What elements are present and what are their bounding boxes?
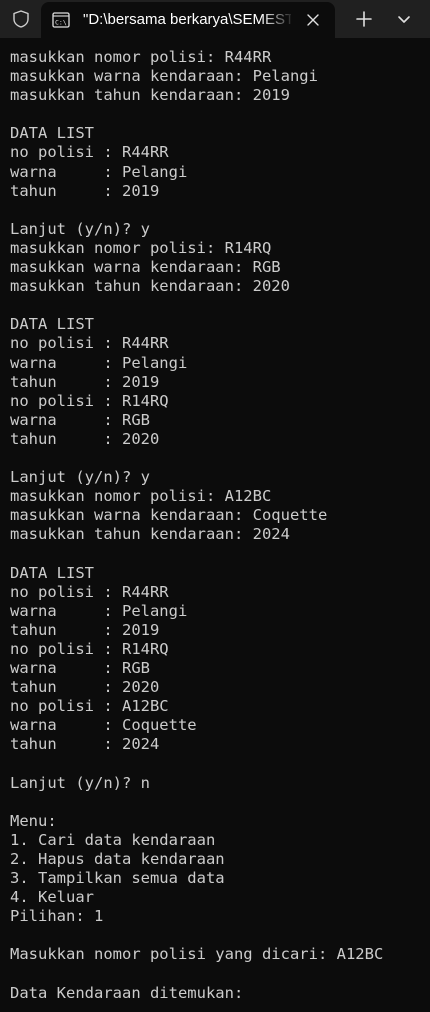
svg-text:C:\: C:\	[55, 19, 67, 27]
terminal-line: masukkan warna kendaraan: RGB	[10, 258, 281, 277]
tab-title: "D:\bersama berkarya\SEMESTER	[83, 11, 291, 28]
terminal-line: masukkan warna kendaraan: Coquette	[10, 506, 328, 525]
terminal-line: tahun : 2020	[10, 678, 160, 697]
terminal-line: tahun : 2024	[10, 735, 160, 754]
terminal-line: 4. Keluar	[10, 888, 94, 907]
terminal-line: warna : RGB	[10, 410, 150, 429]
terminal-line: tahun : 2019	[10, 181, 160, 200]
terminal-icon: C:\	[52, 12, 70, 28]
terminal-line: masukkan tahun kendaraan: 2024	[10, 525, 290, 544]
terminal-line: DATA LIST	[10, 315, 94, 334]
terminal-line: tahun : 2019	[10, 372, 160, 391]
shield-icon[interactable]	[11, 9, 31, 29]
tab-title-fade	[261, 8, 295, 32]
terminal-line: no polisi : R14RQ	[10, 391, 169, 410]
terminal-line: warna : Coquette	[10, 716, 197, 735]
terminal-line: masukkan nomor polisi: R44RR	[10, 48, 272, 66]
terminal-line: Masukkan nomor polisi yang dicari: A12BC	[10, 945, 384, 964]
chevron-down-icon[interactable]	[392, 7, 416, 31]
terminal-line: Lanjut (y/n)? y	[10, 468, 150, 487]
terminal-line: no polisi : R44RR	[10, 334, 169, 353]
terminal-line: no polisi : R14RQ	[10, 639, 169, 658]
terminal-line: masukkan nomor polisi: R14RQ	[10, 238, 272, 257]
terminal-line: warna : Pelangi	[10, 162, 188, 181]
terminal-line: masukkan tahun kendaraan: 2019	[10, 86, 290, 105]
terminal-line: DATA LIST	[10, 563, 94, 582]
terminal-line: Lanjut (y/n)? n	[10, 773, 150, 792]
plus-icon[interactable]	[352, 7, 376, 31]
terminal-line: warna : Pelangi	[10, 353, 188, 372]
terminal-line: warna : Pelangi	[10, 601, 188, 620]
close-icon[interactable]	[303, 10, 323, 30]
terminal-line: masukkan warna kendaraan: Pelangi	[10, 67, 318, 86]
terminal-line: Menu:	[10, 811, 57, 830]
terminal-line: tahun : 2020	[10, 429, 160, 448]
terminal-line: Data Kendaraan ditemukan:	[10, 983, 244, 1002]
terminal-line: DATA LIST	[10, 124, 94, 143]
terminal-line: no polisi : R44RR	[10, 582, 169, 601]
terminal-output[interactable]: masukkan nomor polisi: R44RR masukkan war…	[10, 48, 426, 1003]
terminal-line: Lanjut (y/n)? y	[10, 219, 150, 238]
terminal-line: masukkan tahun kendaraan: 2020	[10, 277, 290, 296]
tab-terminal[interactable]: C:\ "D:\bersama berkarya\SEMESTER	[41, 2, 335, 38]
terminal-line: tahun : 2019	[10, 620, 160, 639]
terminal-line: masukkan nomor polisi: A12BC	[10, 487, 272, 506]
terminal-line: Pilihan: 1	[10, 907, 104, 926]
terminal-line: warna : RGB	[10, 659, 150, 677]
terminal-line: 1. Cari data kendaraan	[10, 830, 216, 849]
title-bar: C:\ "D:\bersama berkarya\SEMESTER	[0, 0, 430, 38]
terminal-line: no polisi : A12BC	[10, 697, 169, 716]
terminal-line: 2. Hapus data kendaraan	[10, 849, 225, 868]
terminal-line: 3. Tampilkan semua data	[10, 869, 225, 888]
terminal-line: no polisi : R44RR	[10, 143, 169, 162]
